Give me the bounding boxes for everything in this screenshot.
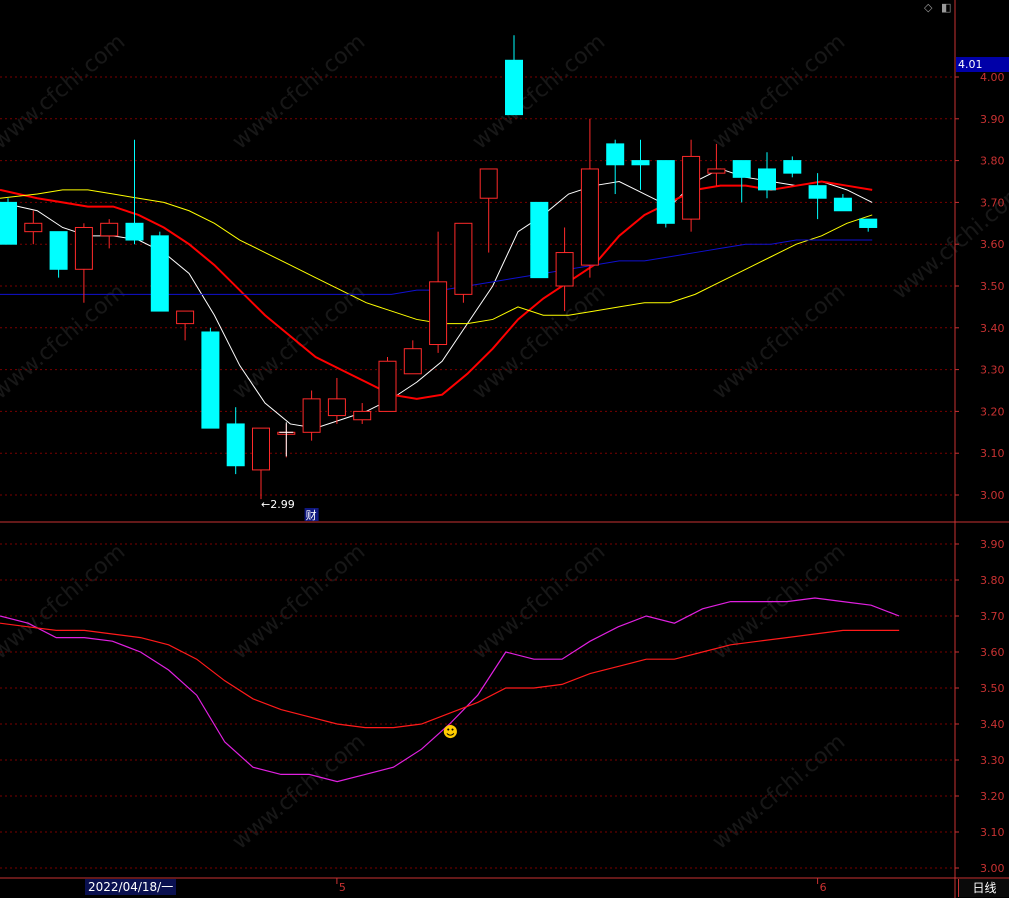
stock-chart-window: www.cfchi.com www.cfchi.com www.cfchi.com w…: [0, 0, 1009, 898]
main-y-tick-label: 3.10: [980, 447, 1005, 460]
watermark-text: www.cfchi.com: [0, 29, 130, 154]
candle-body-down: [758, 168, 776, 191]
last-price-tag: 4.01: [956, 57, 1009, 72]
indicator-y-tick-label: 3.60: [980, 646, 1005, 659]
candle-body-down: [0, 201, 17, 245]
indicator-signal-marker: ☻: [443, 723, 459, 741]
candle-body-down: [631, 160, 650, 166]
watermark-text: www.cfchi.com: [468, 539, 610, 664]
candle-body-up: [403, 348, 422, 375]
candle-body-down: [201, 331, 220, 429]
x-month-label: 5: [339, 881, 346, 894]
candle-body-down: [49, 231, 68, 270]
main-y-tick-label: 3.30: [980, 364, 1005, 377]
candle-body-down: [125, 222, 144, 241]
main-y-tick-label: 4.00: [980, 71, 1005, 84]
x-month-label: 6: [820, 881, 827, 894]
main-y-tick-label: 3.40: [980, 322, 1005, 335]
watermark-text: www.cfchi.com: [0, 279, 130, 404]
panel-toggle-icon[interactable]: ◧: [941, 1, 951, 14]
main-y-tick-label: 3.70: [980, 196, 1005, 209]
candle-body-up: [176, 310, 195, 325]
main-y-tick-label: 3.90: [980, 113, 1005, 126]
watermark-text: www.cfchi.com: [228, 29, 370, 154]
candle-body-up: [100, 222, 119, 237]
indicator-y-tick-label: 3.20: [980, 790, 1005, 803]
candle-body-up: [429, 281, 448, 346]
watermark-text: www.cfchi.com: [228, 539, 370, 664]
candle-body-down: [530, 201, 549, 279]
candle-body-up: [682, 155, 701, 220]
watermark-text: www.cfchi.com: [708, 279, 850, 404]
candle-body-up: [707, 168, 726, 174]
indicator-y-tick-label: 3.40: [980, 718, 1005, 731]
candle-body-down: [732, 160, 751, 178]
candle-body-down: [226, 423, 245, 467]
candle-body-down: [505, 59, 523, 116]
candle-body-down: [808, 185, 827, 199]
candle-body-up: [555, 252, 574, 287]
main-y-tick-label: 3.80: [980, 155, 1005, 168]
candle-body-up: [24, 222, 43, 233]
indicator-y-tick-label: 3.10: [980, 826, 1005, 839]
candle-body-up: [454, 222, 473, 295]
indicator-y-tick-label: 3.70: [980, 610, 1005, 623]
diamond-icon[interactable]: ◇: [924, 1, 932, 14]
main-y-tick-label: 3.50: [980, 280, 1005, 293]
candle-body-down: [783, 160, 802, 174]
indicator-series-line: [0, 622, 900, 729]
watermark-text: www.cfchi.com: [228, 729, 370, 854]
candle-body-up: [580, 168, 599, 266]
indicator-y-tick-label: 3.90: [980, 538, 1005, 551]
period-selector[interactable]: 日线: [958, 879, 1009, 897]
low-price-label: ←2.99: [261, 498, 295, 511]
watermark-text: www.cfchi.com: [708, 729, 850, 854]
candle-body-down: [606, 143, 625, 166]
candle-body-up: [252, 427, 270, 471]
indicator-y-tick-label: 3.50: [980, 682, 1005, 695]
candle-body-up: [353, 410, 372, 421]
candle-body-up: [74, 226, 93, 270]
watermark-text: www.cfchi.com: [708, 29, 850, 154]
candle-body-up: [302, 398, 321, 433]
event-marker: 财: [306, 508, 317, 522]
watermark-text: www.cfchi.com: [468, 29, 610, 154]
candle-body-up: [479, 168, 498, 199]
watermark-text: www.cfchi.com: [468, 279, 610, 404]
watermark-text: www.cfchi.com: [0, 539, 130, 664]
indicator-y-tick-label: 3.80: [980, 574, 1005, 587]
candle-body-down: [150, 235, 169, 312]
indicator-y-tick-label: 3.00: [980, 862, 1005, 875]
main-y-tick-label: 3.00: [980, 489, 1005, 502]
main-y-tick-label: 3.60: [980, 238, 1005, 251]
main-y-tick-label: 3.20: [980, 405, 1005, 418]
candle-body-up: [378, 360, 397, 412]
candle-body-down: [833, 197, 852, 212]
indicator-y-tick-label: 3.30: [980, 754, 1005, 767]
candle-body-down: [656, 160, 675, 224]
cursor-date-label: 2022/04/18/一: [85, 879, 177, 895]
candle-body-down: [859, 218, 878, 228]
chart-canvas[interactable]: www.cfchi.com www.cfchi.com www.cfchi.com w…: [0, 0, 1009, 898]
candle-body-up: [327, 398, 346, 417]
